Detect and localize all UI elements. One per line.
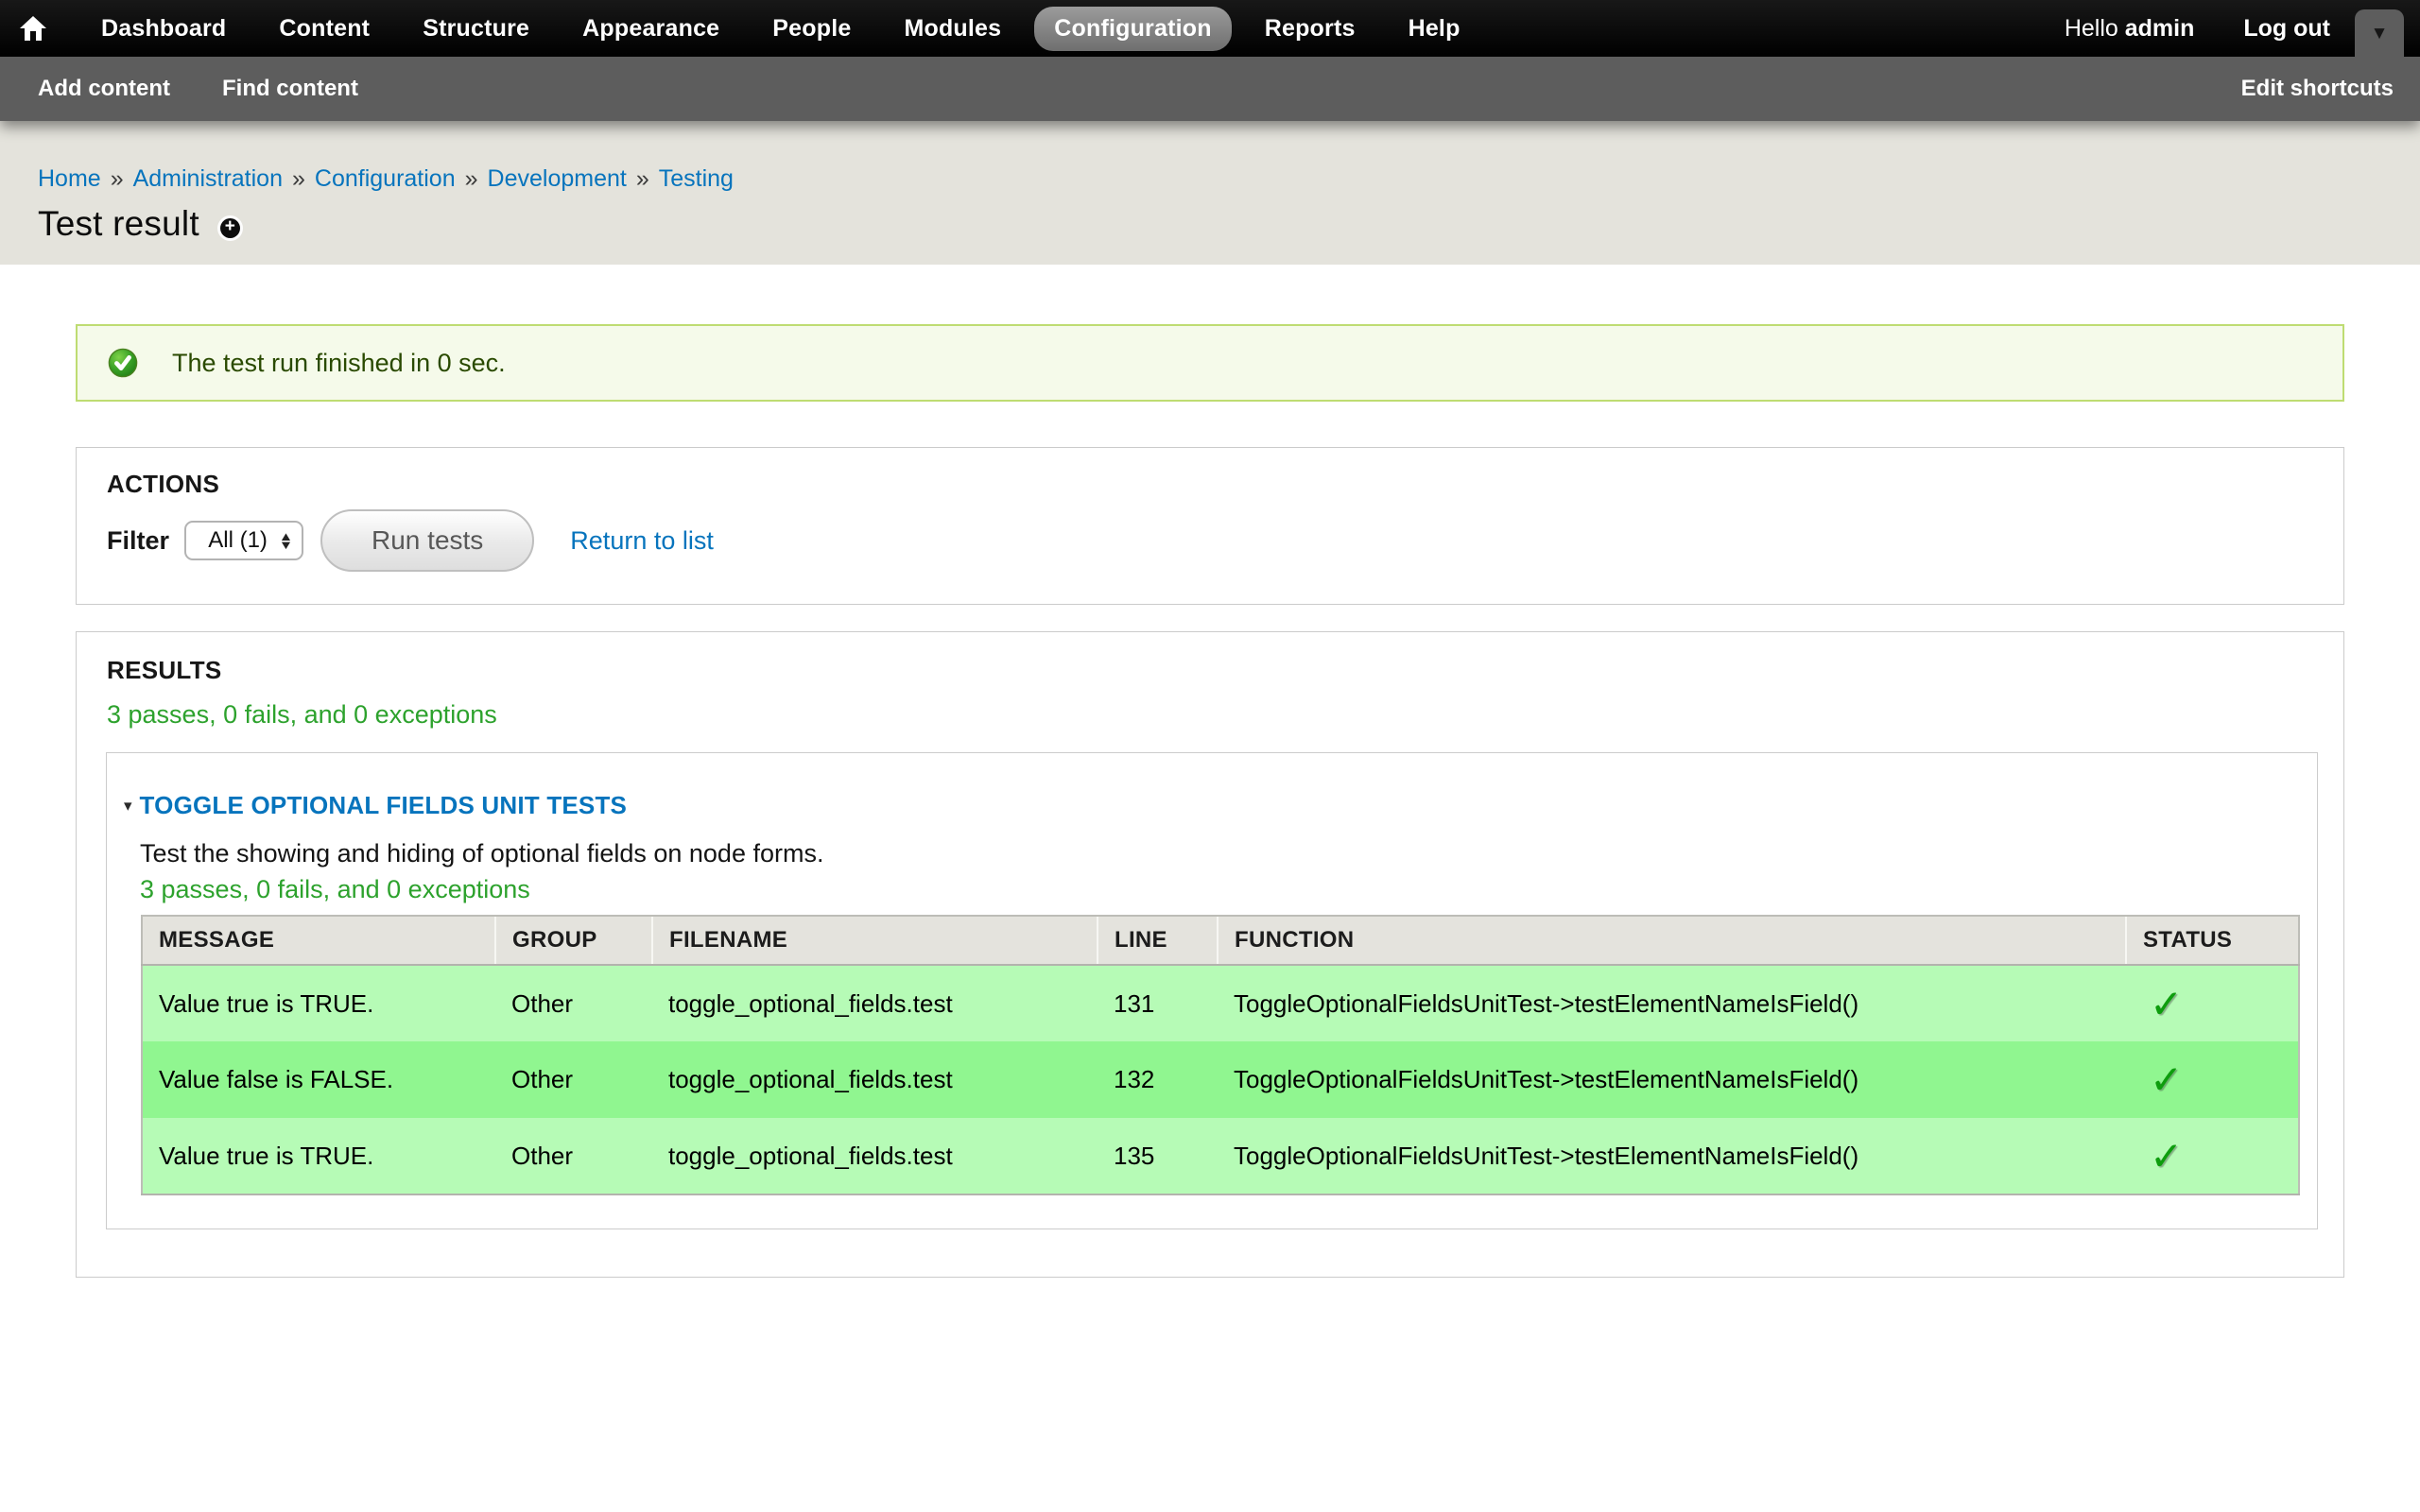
toolbar-user-area: Hello admin Log out (2065, 0, 2330, 57)
add-to-shortcuts-icon[interactable]: + (220, 218, 240, 238)
breadcrumb-administration[interactable]: Administration (133, 165, 283, 192)
breadcrumb: Home » Administration » Configuration » Develo… (38, 165, 734, 193)
pass-check-icon: ✓ (2142, 1133, 2183, 1179)
results-table: MESSAGE GROUP FILENAME LINE FUNCTION STA… (141, 915, 2300, 1195)
table-row: Value true is TRUE. Other toggle_optiona… (142, 965, 2299, 1041)
shortcut-add-content[interactable]: Add content (38, 76, 170, 102)
results-legend: RESULTS (107, 656, 222, 685)
toolbar-item-help[interactable]: Help (1389, 7, 1480, 51)
shortcuts-bar: Add content Find content Edit shortcuts (0, 57, 2420, 121)
actions-controls: Filter All (1) ▲▼ Run tests Return to li… (107, 507, 714, 575)
table-row: Value false is FALSE. Other toggle_optio… (142, 1041, 2299, 1118)
test-group-legend[interactable]: ▾ TOGGLE OPTIONAL FIELDS UNIT TESTS (124, 791, 627, 820)
status-message-text: The test run finished in 0 sec. (172, 349, 506, 378)
logout-link[interactable]: Log out (2243, 15, 2330, 43)
toolbar-menu: Dashboard Content Structure Appearance P… (81, 7, 1480, 51)
breadcrumb-home[interactable]: Home (38, 165, 101, 192)
main-content: The test run finished in 0 sec. ACTIONS … (0, 265, 2420, 1512)
col-header-function: FUNCTION (1218, 916, 2126, 965)
cell-filename: toggle_optional_fields.test (652, 965, 1098, 1041)
cell-filename: toggle_optional_fields.test (652, 1041, 1098, 1118)
run-tests-button[interactable]: Run tests (320, 509, 534, 572)
filter-select-value: All (1) (199, 527, 276, 554)
filter-select[interactable]: All (1) ▲▼ (184, 521, 303, 560)
page: Dashboard Content Structure Appearance P… (0, 0, 2420, 1512)
results-fieldset: RESULTS 3 passes, 0 fails, and 0 excepti… (76, 631, 2344, 1278)
table-header-row: MESSAGE GROUP FILENAME LINE FUNCTION STA… (142, 916, 2299, 965)
home-icon[interactable] (0, 16, 66, 41)
cell-message: Value true is TRUE. (142, 1118, 495, 1194)
toolbar-item-dashboard[interactable]: Dashboard (81, 7, 246, 51)
filter-label: Filter (107, 526, 169, 556)
col-header-line: LINE (1098, 916, 1218, 965)
username: admin (2125, 15, 2195, 42)
test-group-fieldset: ▾ TOGGLE OPTIONAL FIELDS UNIT TESTS Test… (106, 752, 2318, 1229)
cell-group: Other (495, 1118, 652, 1194)
table-row: Value true is TRUE. Other toggle_optiona… (142, 1118, 2299, 1194)
breadcrumb-development[interactable]: Development (488, 165, 627, 192)
toolbar-item-content[interactable]: Content (259, 7, 389, 51)
edit-shortcuts-link[interactable]: Edit shortcuts (2241, 76, 2394, 102)
test-group-summary: 3 passes, 0 fails, and 0 exceptions (140, 875, 530, 904)
breadcrumb-testing[interactable]: Testing (659, 165, 734, 192)
cell-line: 131 (1098, 965, 1218, 1041)
breadcrumb-separator: » (465, 165, 478, 192)
breadcrumb-configuration[interactable]: Configuration (315, 165, 456, 192)
page-header-strip: Home » Administration » Configuration » Develo… (0, 121, 2420, 265)
page-title: Test result (38, 204, 199, 244)
toolbar-item-reports[interactable]: Reports (1245, 7, 1375, 51)
toolbar-drawer-toggle-button[interactable]: ▼ (2355, 9, 2404, 64)
success-check-icon (108, 348, 138, 378)
col-header-status: STATUS (2126, 916, 2299, 965)
chevron-down-icon: ▼ (2371, 25, 2389, 43)
toolbar-item-structure[interactable]: Structure (403, 7, 549, 51)
greeting-text: Hello admin (2065, 15, 2195, 43)
toolbar-item-modules[interactable]: Modules (884, 7, 1021, 51)
pass-check-icon: ✓ (2142, 981, 2183, 1027)
actions-fieldset: ACTIONS Filter All (1) ▲▼ Run tests Retu… (76, 447, 2344, 605)
cell-status: ✓ (2126, 965, 2299, 1041)
cell-status: ✓ (2126, 1118, 2299, 1194)
test-group-title-link[interactable]: TOGGLE OPTIONAL FIELDS UNIT TESTS (140, 791, 628, 820)
toolbar-item-configuration[interactable]: Configuration (1034, 7, 1231, 51)
cell-function: ToggleOptionalFieldsUnitTest->testElemen… (1218, 1118, 2126, 1194)
cell-function: ToggleOptionalFieldsUnitTest->testElemen… (1218, 965, 2126, 1041)
actions-legend: ACTIONS (107, 470, 219, 499)
title-row: Test result + (38, 204, 240, 244)
cell-line: 135 (1098, 1118, 1218, 1194)
cell-status: ✓ (2126, 1041, 2299, 1118)
cell-filename: toggle_optional_fields.test (652, 1118, 1098, 1194)
cell-line: 132 (1098, 1041, 1218, 1118)
cell-group: Other (495, 1041, 652, 1118)
status-message: The test run finished in 0 sec. (76, 324, 2344, 402)
cell-function: ToggleOptionalFieldsUnitTest->testElemen… (1218, 1041, 2126, 1118)
admin-toolbar: Dashboard Content Structure Appearance P… (0, 0, 2420, 57)
select-stepper-icon: ▲▼ (280, 532, 292, 549)
pass-check-icon: ✓ (2142, 1057, 2183, 1103)
return-to-list-link[interactable]: Return to list (570, 526, 714, 556)
col-header-group: GROUP (495, 916, 652, 965)
breadcrumb-separator: » (292, 165, 305, 192)
results-summary: 3 passes, 0 fails, and 0 exceptions (107, 700, 497, 730)
cell-group: Other (495, 965, 652, 1041)
breadcrumb-separator: » (111, 165, 124, 192)
breadcrumb-separator: » (636, 165, 649, 192)
test-group-description: Test the showing and hiding of optional … (140, 839, 823, 868)
col-header-message: MESSAGE (142, 916, 495, 965)
cell-message: Value false is FALSE. (142, 1041, 495, 1118)
col-header-filename: FILENAME (652, 916, 1098, 965)
toolbar-item-appearance[interactable]: Appearance (562, 7, 739, 51)
cell-message: Value true is TRUE. (142, 965, 495, 1041)
shortcut-find-content[interactable]: Find content (222, 76, 358, 102)
collapse-triangle-icon: ▾ (124, 797, 132, 816)
toolbar-item-people[interactable]: People (752, 7, 871, 51)
